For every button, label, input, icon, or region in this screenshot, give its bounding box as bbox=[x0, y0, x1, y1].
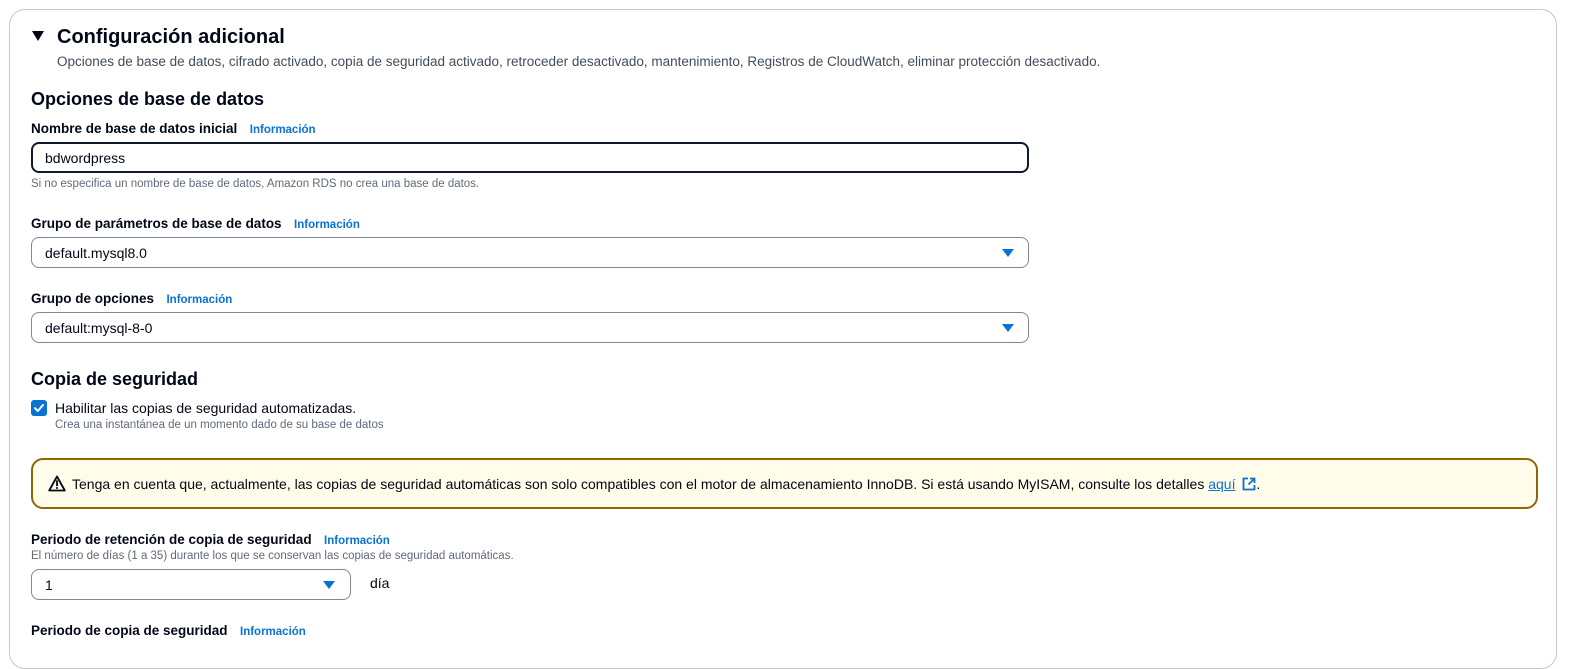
param-group-select[interactable]: default.mysql8.0 bbox=[31, 237, 1029, 268]
warning-message: Tenga en cuenta que, actualmente, las co… bbox=[72, 476, 1260, 492]
initial-db-label: Nombre de base de datos inicial bbox=[31, 121, 238, 136]
option-group-label: Grupo de opciones bbox=[31, 291, 155, 306]
retention-label: Periodo de retención de copia de segurid… bbox=[31, 532, 312, 547]
caret-down-icon bbox=[1002, 324, 1014, 332]
caret-down-icon[interactable] bbox=[32, 31, 44, 41]
backup-window-info-link[interactable]: Información bbox=[240, 626, 306, 638]
backup-window-label-row: Periodo de copia de seguridad Informació… bbox=[31, 622, 306, 640]
backup-heading: Copia de seguridad bbox=[31, 369, 199, 389]
option-group-label-row: Grupo de opciones Información bbox=[31, 290, 232, 308]
external-link-icon[interactable] bbox=[1242, 477, 1256, 491]
initial-db-label-row: Nombre de base de datos inicial Informac… bbox=[31, 120, 316, 138]
section-title[interactable]: Configuración adicional bbox=[57, 26, 285, 49]
warning-link[interactable]: aquí bbox=[1208, 476, 1235, 492]
param-group-value: default.mysql8.0 bbox=[45, 244, 147, 261]
section-description: Opciones de base de datos, cifrado activ… bbox=[57, 54, 1101, 69]
warning-alert: Tenga en cuenta que, actualmente, las co… bbox=[31, 458, 1538, 509]
param-group-label: Grupo de parámetros de base de datos bbox=[31, 216, 282, 231]
initial-db-input[interactable]: bdwordpress bbox=[31, 142, 1029, 173]
auto-backup-description: Crea una instantánea de un momento dado … bbox=[55, 419, 384, 431]
caret-down-icon bbox=[323, 581, 335, 589]
option-group-info-link[interactable]: Información bbox=[166, 294, 232, 306]
option-group-select[interactable]: default:mysql-8-0 bbox=[31, 312, 1029, 343]
param-group-label-row: Grupo de parámetros de base de datos Inf… bbox=[31, 215, 360, 233]
checkmark-icon bbox=[34, 404, 44, 412]
db-options-heading: Opciones de base de datos bbox=[31, 89, 265, 109]
retention-hint: El número de días (1 a 35) durante los q… bbox=[31, 550, 514, 562]
warning-text: Tenga en cuenta que, actualmente, las co… bbox=[72, 476, 1209, 492]
warning-icon bbox=[48, 475, 66, 492]
auto-backup-checkbox[interactable] bbox=[31, 400, 47, 416]
backup-window-label: Periodo de copia de seguridad bbox=[31, 623, 228, 638]
retention-select[interactable]: 1 bbox=[31, 569, 351, 600]
initial-db-info-link[interactable]: Información bbox=[250, 124, 316, 136]
retention-info-link[interactable]: Información bbox=[324, 535, 390, 547]
retention-label-row: Periodo de retención de copia de segurid… bbox=[31, 531, 390, 549]
initial-db-hint: Si no especifica un nombre de base de da… bbox=[31, 178, 480, 190]
retention-unit: día bbox=[370, 575, 390, 591]
retention-value: 1 bbox=[45, 576, 53, 593]
caret-down-icon bbox=[1002, 249, 1014, 257]
warning-suffix: . bbox=[1256, 476, 1261, 492]
param-group-info-link[interactable]: Información bbox=[294, 219, 360, 231]
auto-backup-label[interactable]: Habilitar las copias de seguridad automa… bbox=[55, 400, 356, 416]
option-group-value: default:mysql-8-0 bbox=[45, 319, 153, 336]
initial-db-value: bdwordpress bbox=[45, 149, 126, 166]
